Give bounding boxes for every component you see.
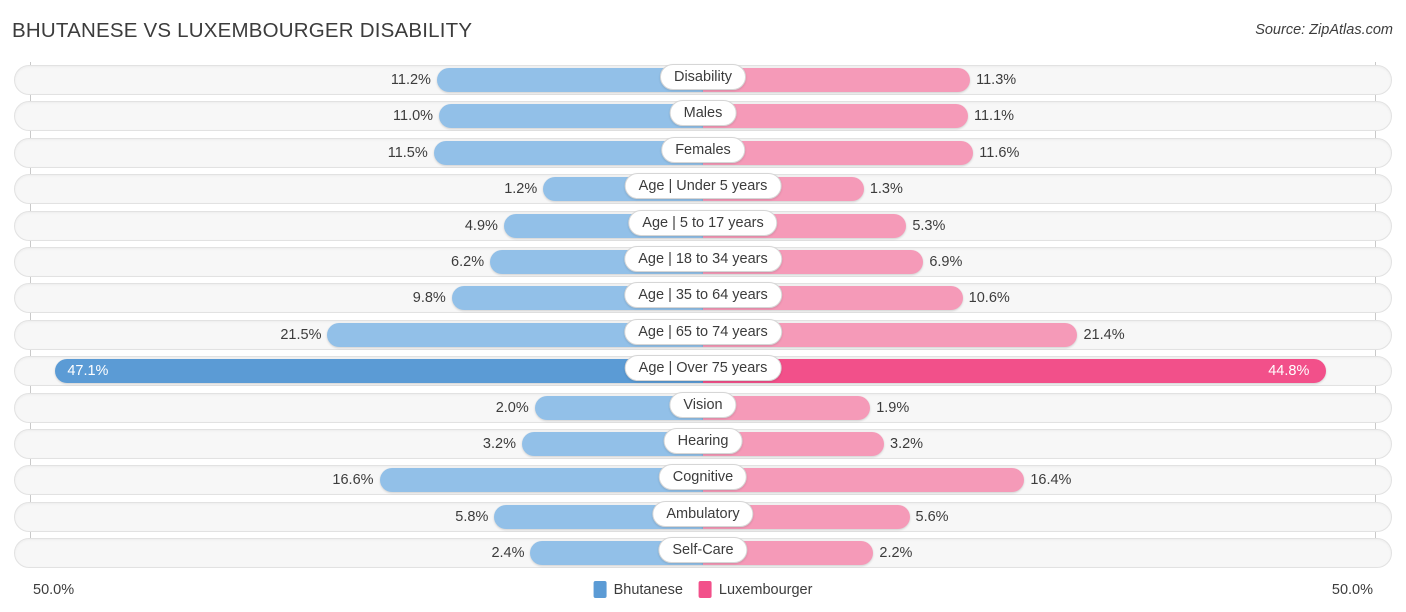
category-label[interactable]: Age | 18 to 34 years: [624, 245, 782, 272]
value-label-bhutanese: 3.2%: [482, 435, 516, 452]
category-label[interactable]: Hearing: [663, 427, 743, 454]
chart-row: 16.6% 16.4% Cognitive: [0, 462, 1406, 498]
category-label[interactable]: Age | Over 75 years: [624, 355, 782, 382]
bar-luxembourger[interactable]: [703, 359, 1327, 384]
chart-row: 1.2% 1.3% Age | Under 5 years: [0, 171, 1406, 207]
value-label-luxembourger: 10.6%: [968, 290, 1010, 307]
category-label[interactable]: Age | 5 to 17 years: [628, 209, 778, 236]
value-label-luxembourger: 21.4%: [1083, 326, 1125, 343]
value-label-luxembourger: 11.6%: [979, 144, 1020, 161]
source-attribution: Source: ZipAtlas.com: [1255, 22, 1393, 38]
axis-label-right: 50.0%: [1331, 582, 1373, 598]
value-label-luxembourger: 11.1%: [973, 108, 1015, 125]
legend-item[interactable]: Luxembourger: [698, 581, 813, 598]
chart-row: 2.0% 1.9% Vision: [0, 390, 1406, 426]
category-label[interactable]: Cognitive: [658, 464, 748, 491]
axis-label-left: 50.0%: [33, 582, 75, 598]
chart-row: 9.8% 10.6% Age | 35 to 64 years: [0, 280, 1406, 316]
bar-bhutanese[interactable]: [439, 104, 703, 129]
value-label-luxembourger: 5.3%: [912, 217, 946, 234]
legend-swatch-icon: [698, 581, 712, 598]
value-label-bhutanese: 4.9%: [464, 217, 498, 234]
chart-page: BHUTANESE VS LUXEMBOURGER DISABILITY Sou…: [0, 0, 1406, 612]
chart-row: 11.0% 11.1% Males: [0, 98, 1406, 134]
chart-row: 11.2% 11.3% Disability: [0, 62, 1406, 98]
value-label-bhutanese: 9.8%: [412, 290, 446, 307]
category-label[interactable]: Age | Under 5 years: [624, 173, 782, 200]
value-label-bhutanese: 2.0%: [495, 399, 529, 416]
category-label[interactable]: Females: [661, 136, 745, 163]
chart-rows: 11.2% 11.3% Disability 11.0% 11.1% Males 11.5%…: [0, 62, 1406, 571]
category-label[interactable]: Age | 35 to 64 years: [624, 282, 782, 309]
chart-row: 3.2% 3.2% Hearing: [0, 426, 1406, 462]
category-label[interactable]: Vision: [669, 391, 737, 418]
legend-swatch-icon: [593, 581, 607, 598]
value-label-luxembourger: 1.3%: [869, 181, 903, 198]
page-title: BHUTANESE VS LUXEMBOURGER DISABILITY: [12, 19, 473, 42]
category-label[interactable]: Males: [669, 100, 737, 127]
legend-item[interactable]: Bhutanese: [593, 581, 683, 598]
chart-legend: Bhutanese Luxembourger: [593, 581, 813, 598]
bar-luxembourger[interactable]: [703, 104, 968, 129]
category-label[interactable]: Disability: [659, 64, 747, 90]
value-label-bhutanese: 21.5%: [280, 326, 322, 343]
bar-bhutanese[interactable]: [379, 468, 703, 493]
value-label-bhutanese: 5.8%: [455, 508, 489, 525]
value-label-bhutanese: 1.2%: [504, 181, 538, 198]
chart-row: 4.9% 5.3% Age | 5 to 17 years: [0, 208, 1406, 244]
value-label-bhutanese: 11.2%: [390, 72, 431, 88]
chart-row: 11.5% 11.6% Females: [0, 135, 1406, 171]
value-label-bhutanese: 6.2%: [451, 253, 485, 270]
chart-header: BHUTANESE VS LUXEMBOURGER DISABILITY Sou…: [0, 0, 1406, 60]
chart-row: 21.5% 21.4% Age | 65 to 74 years: [0, 317, 1406, 353]
chart-row: 5.8% 5.6% Ambulatory: [0, 499, 1406, 535]
value-label-luxembourger: 44.8%: [1268, 363, 1310, 380]
value-label-luxembourger: 1.9%: [876, 399, 910, 416]
bar-luxembourger[interactable]: [703, 468, 1025, 493]
chart-footer: 50.0% 50.0% Bhutanese Luxembourger: [0, 572, 1406, 612]
chart-row: 47.1% 44.8% Age | Over 75 years: [0, 353, 1406, 389]
category-label[interactable]: Ambulatory: [652, 500, 754, 527]
chart-row: 6.2% 6.9% Age | 18 to 34 years: [0, 244, 1406, 280]
value-label-bhutanese: 2.4%: [491, 545, 525, 562]
value-label-luxembourger: 5.6%: [915, 508, 949, 525]
legend-label: Bhutanese: [613, 581, 683, 598]
value-label-bhutanese: 11.0%: [393, 108, 434, 125]
value-label-luxembourger: 2.2%: [879, 545, 913, 562]
category-label[interactable]: Self-Care: [658, 537, 748, 564]
value-label-bhutanese: 11.5%: [387, 144, 428, 161]
category-label[interactable]: Age | 65 to 74 years: [624, 318, 782, 345]
value-label-luxembourger: 3.2%: [890, 435, 924, 452]
legend-label: Luxembourger: [718, 581, 813, 598]
value-label-luxembourger: 6.9%: [929, 253, 963, 270]
value-label-luxembourger: 16.4%: [1030, 472, 1072, 489]
value-label-bhutanese: 16.6%: [332, 472, 374, 489]
chart-plot-area: 11.2% 11.3% Disability 11.0% 11.1% Males 11.5%…: [0, 62, 1406, 572]
bar-bhutanese[interactable]: [55, 359, 703, 384]
value-label-bhutanese: 47.1%: [67, 363, 109, 380]
chart-row: 2.4% 2.2% Self-Care: [0, 535, 1406, 571]
value-label-luxembourger: 11.3%: [976, 72, 1017, 88]
